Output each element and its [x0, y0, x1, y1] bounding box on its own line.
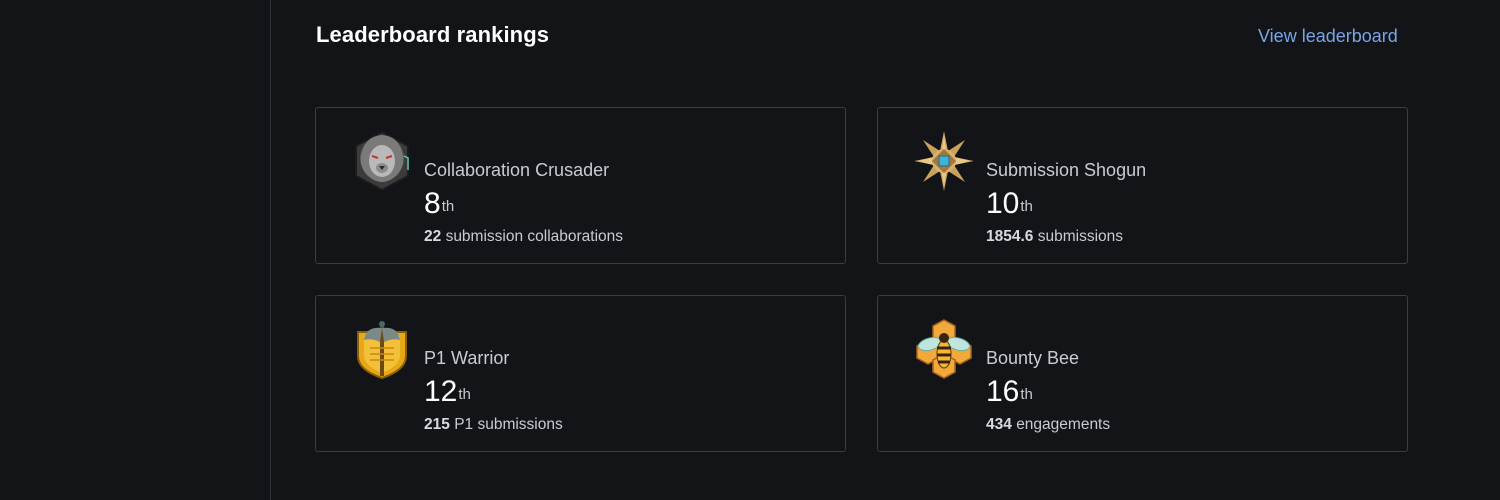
view-leaderboard-link[interactable]: View leaderboard	[1258, 26, 1398, 47]
rank-value: 12th	[424, 375, 471, 408]
stat-line: 1854.6 submissions	[986, 228, 1123, 246]
stat-label: submissions	[1037, 228, 1124, 245]
rank-suffix: th	[1020, 386, 1033, 403]
ranking-card-bounty-bee: Bounty Bee 16th 434 engagements	[877, 295, 1408, 452]
left-sidebar	[0, 0, 271, 500]
card-title: Collaboration Crusader	[424, 160, 610, 180]
stat-label: submission collaborations	[445, 228, 624, 245]
lion-badge-icon	[352, 130, 412, 192]
stat-line: 215 P1 submissions	[424, 416, 563, 434]
axe-shield-badge-icon	[352, 318, 412, 380]
ranking-card-collaboration-crusader: Collaboration Crusader 8th 22 submission…	[315, 107, 846, 264]
leaderboard-section: Leaderboard rankings View leaderboard Co…	[271, 0, 1500, 500]
rank-value: 16th	[986, 375, 1033, 408]
card-title: Bounty Bee	[986, 348, 1080, 368]
bee-honeycomb-badge-icon	[914, 318, 974, 380]
stat-label: P1 submissions	[454, 416, 563, 433]
rank-suffix: th	[441, 198, 455, 215]
stat-line: 434 engagements	[986, 416, 1110, 434]
rank-suffix: th	[1020, 198, 1033, 215]
ranking-card-p1-warrior: P1 Warrior 12th 215 P1 submissions	[315, 295, 846, 452]
card-title: P1 Warrior	[424, 348, 510, 368]
stat-count: 215	[424, 416, 450, 433]
rank-suffix: th	[458, 386, 471, 403]
ranking-card-submission-shogun: Submission Shogun 10th 1854.6 submission…	[877, 107, 1408, 264]
stat-line: 22 submission collaborations	[424, 228, 623, 246]
rank-value: 8th	[424, 187, 455, 220]
stat-count: 22	[424, 228, 442, 245]
stat-label: engagements	[1016, 416, 1111, 433]
section-title: Leaderboard rankings	[316, 22, 550, 47]
compass-star-badge-icon	[914, 130, 974, 192]
rank-value: 10th	[986, 187, 1033, 220]
card-title: Submission Shogun	[986, 160, 1147, 180]
stat-count: 1854.6	[986, 228, 1034, 245]
stat-count: 434	[986, 416, 1012, 433]
